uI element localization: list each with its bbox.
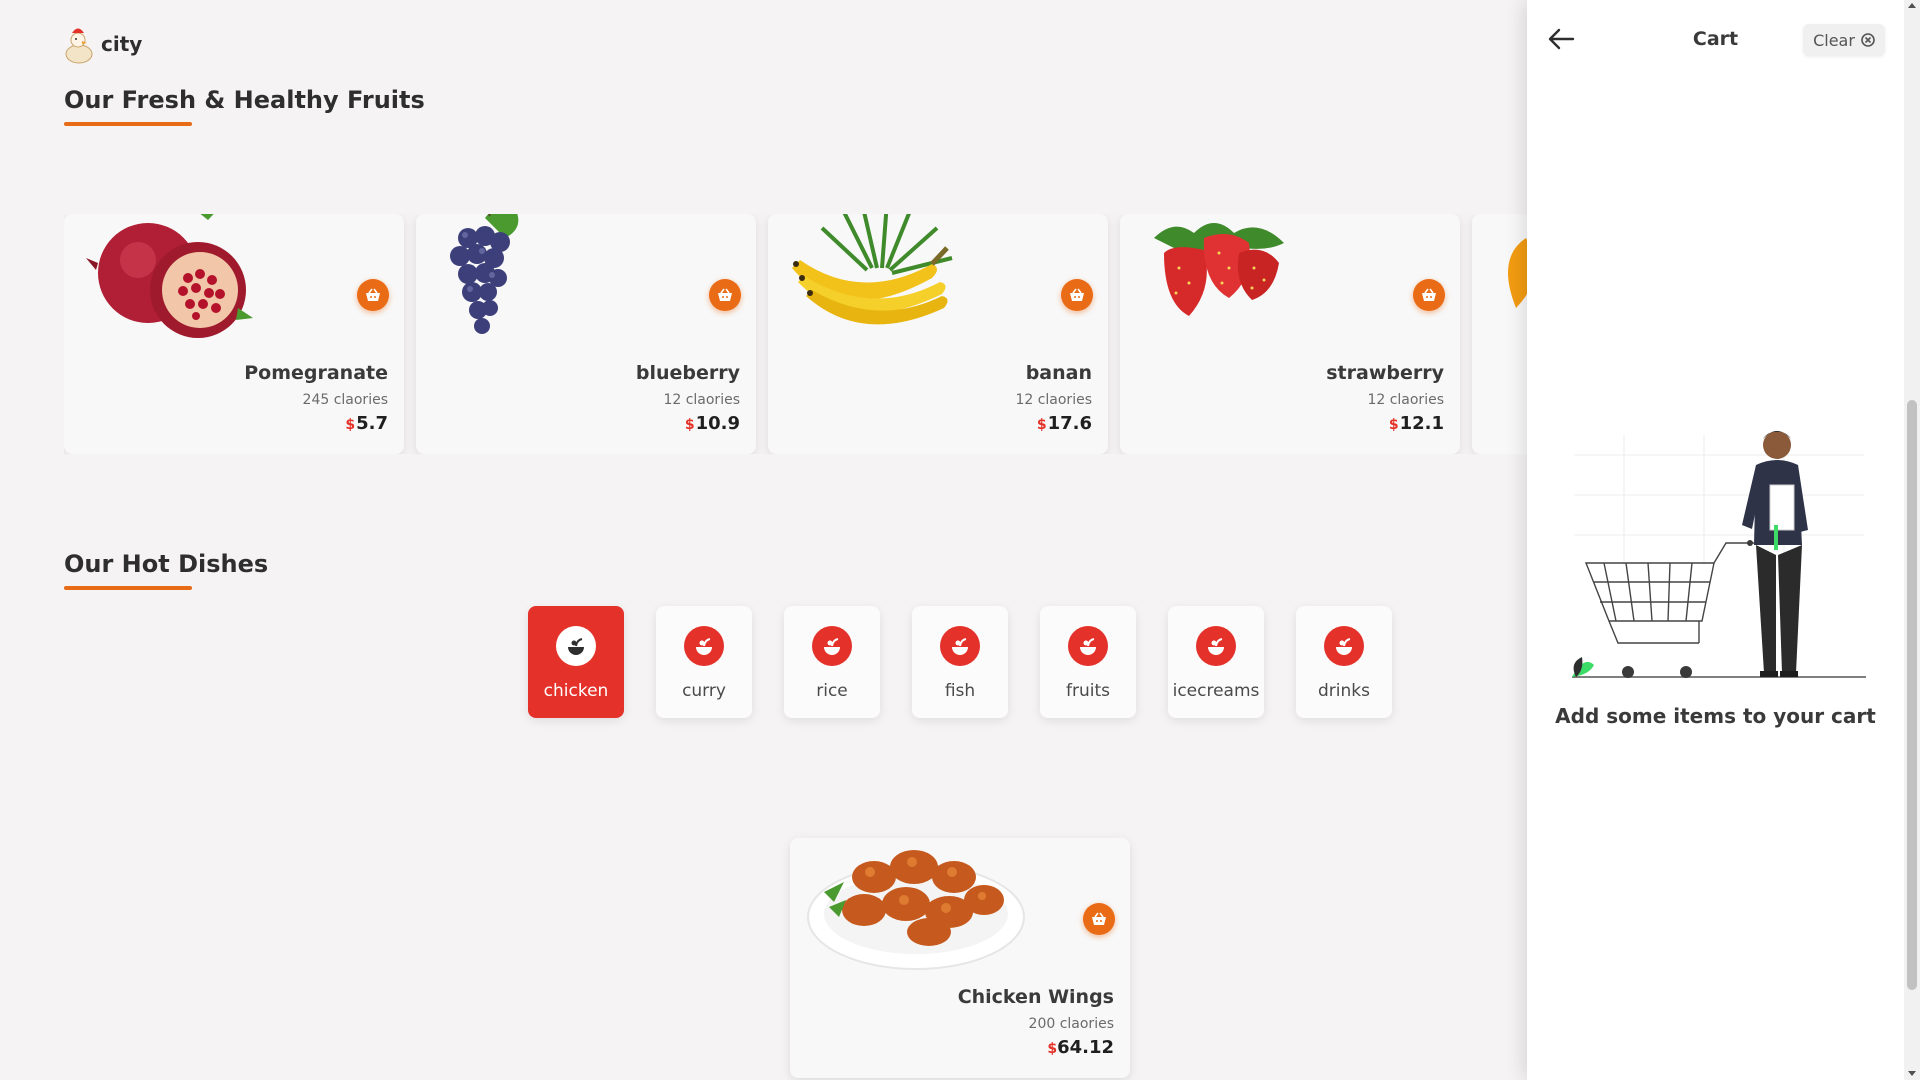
add-to-cart-button[interactable] [357, 279, 389, 311]
fruit-card[interactable]: blueberry 12 claories $10.9 [416, 214, 756, 454]
food-category-icon [812, 626, 852, 666]
fruit-price: $5.7 [345, 413, 388, 434]
fruit-name: blueberry [635, 362, 740, 384]
fruit-calories: 12 claories [1015, 392, 1092, 408]
page-scrollbar[interactable] [1904, 0, 1920, 1080]
food-category-icon [1336, 638, 1352, 655]
currency-symbol: $ [684, 417, 695, 433]
clear-circle-icon [1861, 33, 1875, 47]
basket-icon [1422, 288, 1436, 301]
category-drinks[interactable]: drinks [1296, 606, 1392, 718]
food-category-icon [1208, 638, 1224, 655]
currency-symbol: $ [1036, 417, 1047, 433]
basket-icon [1070, 288, 1084, 301]
food-category-icon [1080, 638, 1096, 655]
strawberry-image [1154, 223, 1284, 316]
price-value: 12.1 [1399, 413, 1444, 434]
fruit-calories: 12 claories [663, 392, 740, 408]
price-value: 64.12 [1057, 1037, 1114, 1058]
fruits-carousel[interactable]: Pomegranate 245 claories $5.7 blueberry … [64, 214, 1527, 454]
category-label: chicken [543, 681, 609, 701]
food-category-icon [556, 626, 596, 666]
category-fruits[interactable]: fruits [1040, 606, 1136, 718]
currency-symbol: $ [1388, 417, 1399, 433]
dish-price: $64.12 [1047, 1037, 1114, 1058]
dishes-title-underline [64, 586, 192, 590]
food-category-icon [1324, 626, 1364, 666]
basket-icon [718, 288, 732, 301]
pomegranate-image [86, 214, 253, 338]
scroll-down-arrow-icon[interactable] [1908, 1071, 1916, 1076]
brand-name[interactable]: city [101, 32, 142, 56]
orange-image [1508, 238, 1527, 308]
currency-symbol: $ [345, 417, 356, 433]
fruits-section-title: Our Fresh & Healthy Fruits [64, 86, 425, 114]
category-icecreams[interactable]: icecreams [1168, 606, 1264, 718]
empty-cart-message: Add some items to your cart [1555, 704, 1876, 728]
fruit-price: $10.9 [685, 413, 740, 434]
fruit-price: $17.6 [1037, 413, 1092, 434]
category-label: curry [682, 681, 726, 701]
category-rice[interactable]: rice [784, 606, 880, 718]
category-label: fruits [1066, 681, 1110, 701]
price-value: 5.7 [356, 413, 388, 434]
scrollbar-thumb[interactable] [1907, 400, 1917, 990]
fruit-price: $12.1 [1389, 413, 1444, 434]
banana-image [792, 214, 953, 325]
category-filter: chicken curry rice fish fruits icecreams… [528, 606, 1392, 718]
add-to-cart-button[interactable] [709, 279, 741, 311]
currency-symbol: $ [1047, 1041, 1058, 1057]
category-chicken[interactable]: chicken [528, 606, 624, 718]
price-value: 10.9 [695, 413, 740, 434]
blueberry-image [450, 214, 519, 334]
category-label: rice [816, 681, 848, 701]
food-category-icon [1196, 626, 1236, 666]
fruit-card[interactable]: strawberry 12 claories $12.1 [1120, 214, 1460, 454]
fruit-calories: 245 claories [302, 392, 388, 408]
dish-card[interactable]: Chicken Wings 200 claories $64.12 [790, 838, 1130, 1078]
fruits-title-underline [64, 122, 192, 126]
clear-cart-button[interactable]: Clear [1803, 24, 1885, 56]
food-category-icon [684, 626, 724, 666]
header: city [63, 24, 142, 64]
cart-panel: Cart Clear Add some items to your cart [1527, 0, 1904, 1080]
food-category-icon [696, 638, 712, 655]
add-to-cart-button[interactable] [1413, 279, 1445, 311]
fruit-card[interactable] [1472, 214, 1527, 454]
category-curry[interactable]: curry [656, 606, 752, 718]
food-category-icon [952, 638, 968, 655]
dish-calories: 200 claories [1028, 1016, 1114, 1032]
food-category-icon [568, 638, 584, 655]
dish-name: Chicken Wings [957, 986, 1114, 1008]
empty-cart-illustration [1572, 431, 1866, 678]
category-fish[interactable]: fish [912, 606, 1008, 718]
fruit-card[interactable]: banan 12 claories $17.6 [768, 214, 1108, 454]
category-label: drinks [1318, 681, 1370, 701]
basket-icon [1092, 912, 1106, 925]
chef-logo-icon[interactable] [63, 24, 95, 64]
basket-icon [366, 288, 380, 301]
add-to-cart-button[interactable] [1083, 903, 1115, 935]
food-category-icon [1068, 626, 1108, 666]
category-label: icecreams [1172, 681, 1260, 701]
clear-label: Clear [1813, 30, 1855, 50]
chicken-wings-image [807, 850, 1025, 970]
dishes-section-title: Our Hot Dishes [64, 550, 269, 578]
price-value: 17.6 [1047, 413, 1092, 434]
fruit-card[interactable]: Pomegranate 245 claories $5.7 [64, 214, 404, 454]
fruit-name: Pomegranate [244, 362, 388, 384]
fruit-name: banan [1025, 362, 1092, 384]
food-category-icon [824, 638, 840, 655]
scroll-up-arrow-icon[interactable] [1908, 3, 1916, 8]
food-category-icon [940, 626, 980, 666]
fruit-calories: 12 claories [1367, 392, 1444, 408]
fruit-name: strawberry [1326, 362, 1444, 384]
category-label: fish [944, 681, 976, 701]
add-to-cart-button[interactable] [1061, 279, 1093, 311]
